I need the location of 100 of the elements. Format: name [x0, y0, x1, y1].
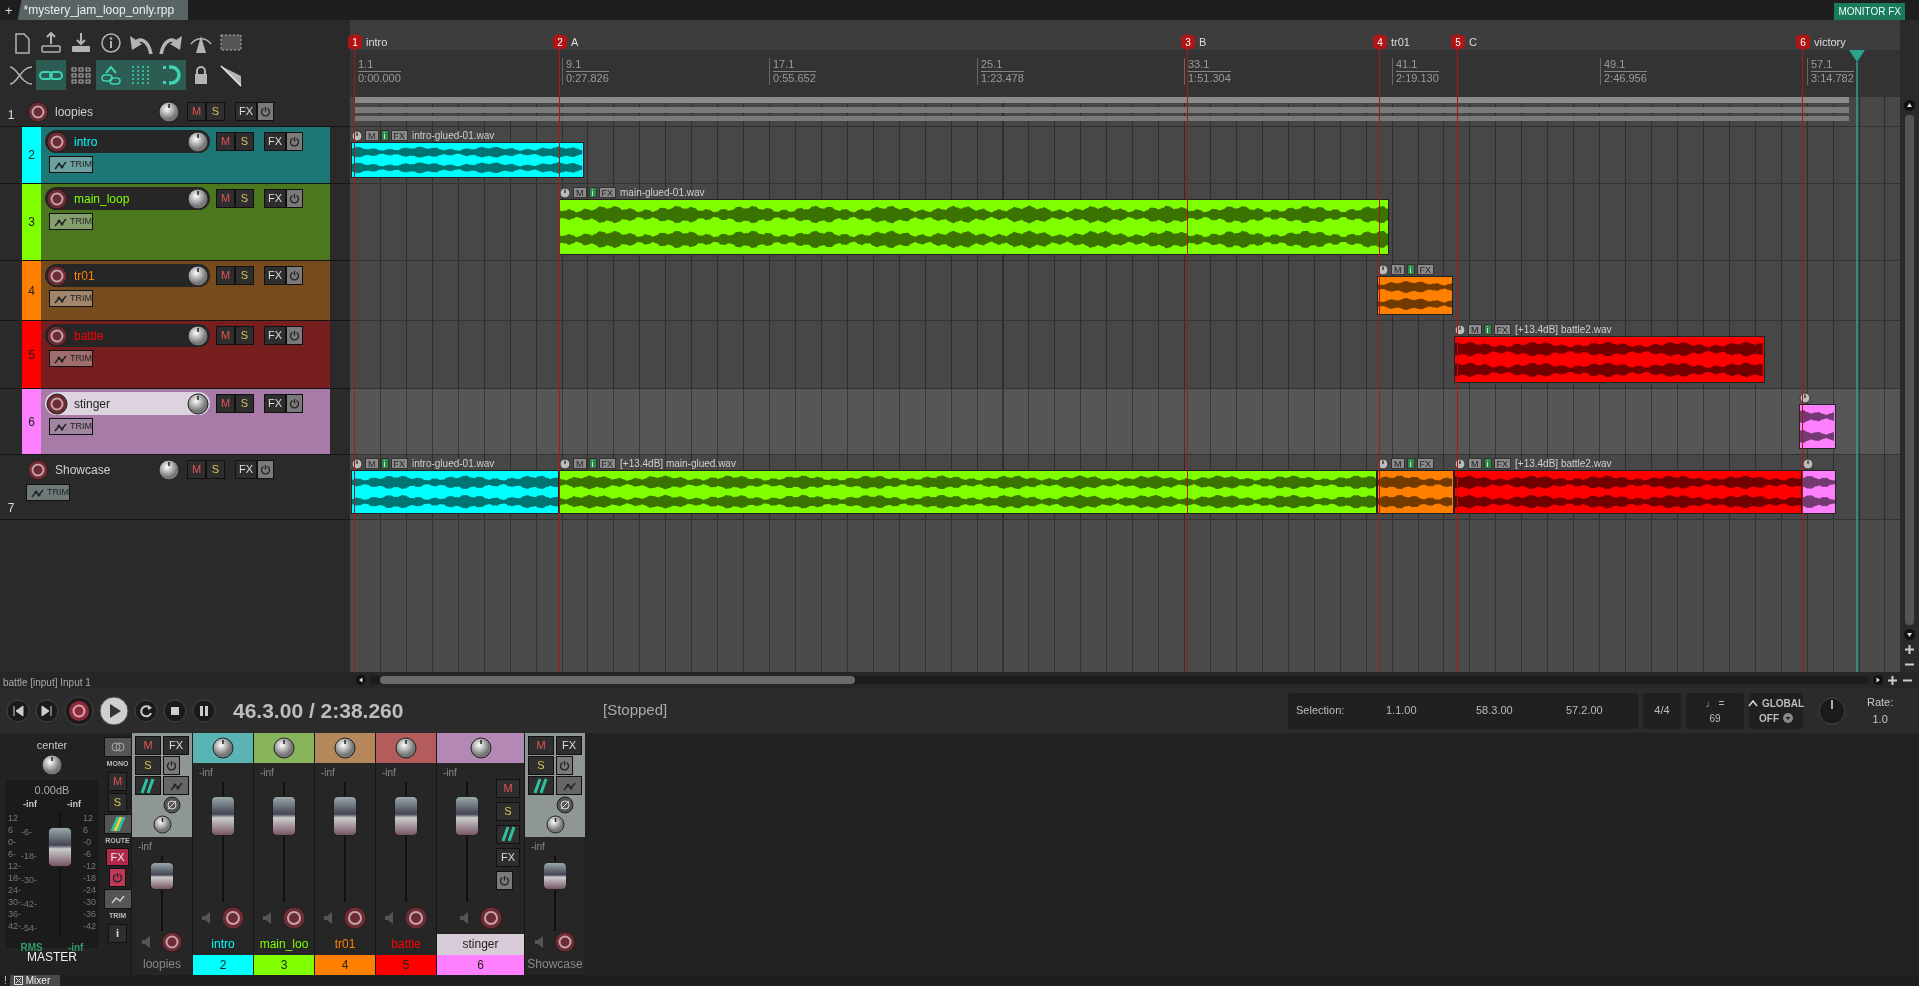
fx-bypass-button[interactable]: [286, 132, 304, 151]
record-button[interactable]: [64, 695, 94, 726]
scroll-down-icon[interactable]: [1904, 629, 1915, 640]
pan-knob[interactable]: [212, 736, 234, 759]
record-arm-button[interactable]: [27, 100, 49, 123]
mute-button[interactable]: M: [135, 736, 161, 755]
playrate-mode-panel[interactable]: GLOBAL OFF: [1749, 692, 1803, 729]
record-arm-button[interactable]: [282, 905, 306, 930]
fx-button[interactable]: FX: [264, 132, 287, 151]
pan-knob[interactable]: [469, 736, 492, 759]
solo-button[interactable]: S: [235, 326, 254, 345]
track-name-field[interactable]: battle: [45, 324, 210, 347]
record-arm-button[interactable]: [27, 458, 49, 481]
solo-button[interactable]: S: [528, 756, 554, 775]
item-fx-button[interactable]: FX: [598, 187, 616, 198]
audio-item[interactable]: [1802, 470, 1836, 514]
zoom-in-icon[interactable]: [1887, 674, 1898, 686]
marker-number[interactable]: 5: [1451, 35, 1465, 50]
item-fx-button[interactable]: FX: [390, 130, 408, 141]
trim-button[interactable]: TRIM: [26, 484, 70, 501]
record-arm-button[interactable]: [46, 130, 68, 153]
item-info-button[interactable]: i: [380, 458, 389, 469]
record-arm-button[interactable]: [343, 905, 367, 930]
track-name-field[interactable]: tr01: [45, 264, 210, 287]
scrollbar-thumb[interactable]: [1905, 115, 1914, 625]
fx-bypass-button[interactable]: [286, 189, 304, 208]
item-mute-button[interactable]: M: [1391, 458, 1405, 469]
fader-thumb[interactable]: [394, 795, 418, 836]
fader-thumb[interactable]: [48, 826, 72, 867]
route-button[interactable]: [528, 776, 554, 795]
record-arm-button[interactable]: [161, 931, 183, 954]
record-arm-button[interactable]: [221, 905, 245, 930]
mono-button[interactable]: [103, 737, 132, 757]
item-fx-button[interactable]: FX: [598, 458, 616, 469]
route-button[interactable]: [496, 824, 520, 844]
item-fx-button[interactable]: FX: [1493, 458, 1511, 469]
pan-knob[interactable]: [334, 736, 356, 759]
fader-thumb[interactable]: [272, 795, 296, 836]
fx-button[interactable]: FX: [264, 266, 287, 285]
monitor-fx-button[interactable]: MONITOR FX: [1834, 3, 1905, 20]
solo-button[interactable]: S: [496, 801, 520, 821]
solo-button[interactable]: S: [206, 102, 225, 121]
record-arm-button[interactable]: [46, 392, 68, 415]
volume-knob[interactable]: [187, 187, 209, 210]
record-arm-button[interactable]: [46, 187, 68, 210]
audio-item[interactable]: [351, 470, 559, 514]
mute-button[interactable]: M: [187, 102, 206, 121]
route-button[interactable]: [135, 776, 161, 795]
go-to-end-button[interactable]: [35, 698, 59, 723]
item-mute-button[interactable]: M: [365, 458, 379, 469]
fx-bypass-button[interactable]: [286, 266, 304, 285]
go-to-start-button[interactable]: [6, 698, 30, 723]
route-button[interactable]: [103, 813, 132, 834]
audio-item[interactable]: [559, 199, 1389, 255]
trim-button[interactable]: TRIM: [49, 290, 93, 307]
fader-thumb[interactable]: [333, 795, 357, 836]
track-name-field[interactable]: loopies: [26, 100, 181, 123]
audio-item[interactable]: [351, 142, 584, 178]
pan-knob[interactable]: [395, 736, 417, 759]
record-arm-button[interactable]: [478, 905, 503, 930]
fx-bypass-button[interactable]: [257, 460, 275, 479]
project-tab[interactable]: *mystery_jam_loop_only.rpp: [17, 0, 189, 20]
marker-number[interactable]: 3: [1181, 35, 1195, 50]
pan-knob[interactable]: [41, 753, 63, 776]
tempo-panel[interactable]: ♩ = 69: [1686, 692, 1744, 729]
fx-bypass-button[interactable]: [257, 102, 275, 121]
fx-button[interactable]: FX: [264, 394, 287, 413]
item-mute-button[interactable]: M: [573, 458, 587, 469]
trim-button[interactable]: TRIM: [49, 418, 93, 435]
pause-button[interactable]: [192, 698, 216, 723]
volume-knob[interactable]: [187, 130, 209, 153]
item-info-button[interactable]: i: [1406, 264, 1415, 275]
item-info-button[interactable]: i: [1483, 324, 1492, 335]
fx-button[interactable]: FX: [235, 460, 258, 479]
item-mute-button[interactable]: M: [1468, 458, 1482, 469]
repeat-button[interactable]: [134, 698, 158, 723]
marker-number[interactable]: 6: [1796, 35, 1810, 50]
fx-bypass-button[interactable]: [286, 394, 304, 413]
fx-bypass-button[interactable]: [496, 870, 513, 890]
scroll-left-icon[interactable]: [356, 675, 366, 685]
solo-button[interactable]: S: [135, 756, 161, 775]
fader-thumb[interactable]: [543, 862, 567, 891]
record-arm-button[interactable]: [404, 905, 428, 930]
record-arm-button[interactable]: [554, 931, 576, 954]
item-info-button[interactable]: i: [1406, 458, 1415, 469]
fx-button[interactable]: FX: [264, 326, 287, 345]
scroll-right-icon[interactable]: [1873, 675, 1883, 685]
volume-knob[interactable]: [158, 100, 180, 123]
item-info-button[interactable]: i: [588, 187, 597, 198]
item-grouping-button[interactable]: [96, 60, 126, 90]
item-fx-button[interactable]: FX: [1493, 324, 1511, 335]
fx-button[interactable]: FX: [264, 189, 287, 208]
volume-knob[interactable]: [187, 264, 209, 287]
item-fx-button[interactable]: FX: [1416, 264, 1434, 275]
info-button[interactable]: i: [108, 923, 127, 943]
item-mute-button[interactable]: M: [573, 187, 587, 198]
scrollbar-thumb[interactable]: [380, 676, 855, 684]
item-fx-button[interactable]: FX: [390, 458, 408, 469]
item-info-button[interactable]: i: [1483, 458, 1492, 469]
fx-button[interactable]: FX: [163, 736, 189, 755]
